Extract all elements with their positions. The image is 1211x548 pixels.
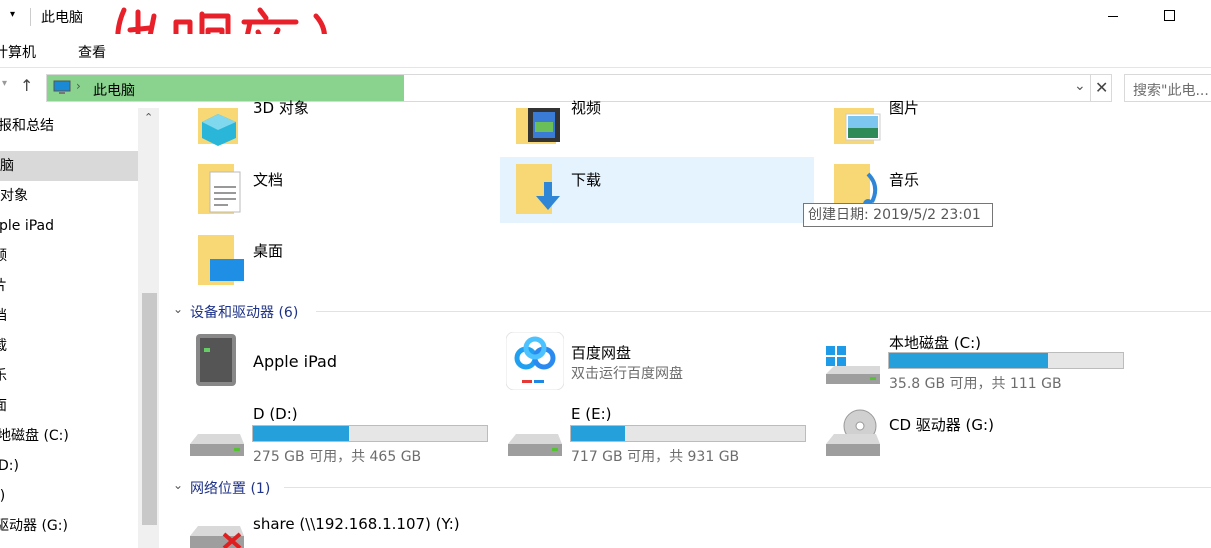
drive-c-icon[interactable] bbox=[826, 346, 882, 388]
ipad-label[interactable]: Apple iPad bbox=[253, 352, 337, 371]
drive-d-space: 275 GB 可用，共 465 GB bbox=[253, 449, 422, 465]
baidu-netdisk-icon[interactable] bbox=[506, 332, 564, 390]
up-arrow-icon[interactable]: ↑ bbox=[20, 76, 33, 95]
nav-item-this-pc[interactable]: 脑 bbox=[0, 151, 138, 181]
folder-label-documents[interactable]: 文档 bbox=[253, 169, 283, 190]
drive-c-space: 35.8 GB 可用，共 111 GB bbox=[889, 376, 1062, 392]
drive-e-icon[interactable] bbox=[508, 430, 564, 460]
folder-label-pictures[interactable]: 图片 bbox=[889, 97, 919, 118]
network-collapse-icon[interactable]: ⌄ bbox=[173, 478, 183, 492]
3d-objects-folder-icon[interactable] bbox=[196, 108, 246, 148]
devices-header[interactable]: 设备和驱动器 (6) bbox=[190, 302, 298, 322]
drive-d-usage-bar bbox=[252, 425, 488, 442]
network-share-label[interactable]: share (\\192.168.1.107) (Y:) bbox=[253, 515, 460, 533]
ipad-device-icon[interactable] bbox=[192, 334, 240, 388]
drive-e-label[interactable]: E (E:) bbox=[571, 405, 611, 423]
minimize-icon[interactable] bbox=[1108, 16, 1118, 17]
maximize-icon[interactable] bbox=[1164, 10, 1175, 21]
ribbon-tabs: 计算机 查看 bbox=[0, 34, 1211, 68]
search-input[interactable]: 搜索"此电... bbox=[1124, 74, 1211, 102]
tab-view[interactable]: 查看 bbox=[78, 42, 106, 62]
drive-d-usage-fill bbox=[253, 426, 349, 441]
nav-item-drive-d[interactable]: D:) bbox=[0, 451, 136, 481]
address-dropdown-icon[interactable]: ⌄ bbox=[1074, 78, 1086, 94]
network-divider bbox=[284, 487, 1211, 488]
drive-d-icon[interactable] bbox=[190, 430, 246, 460]
devices-collapse-icon[interactable]: ⌄ bbox=[173, 302, 183, 316]
computer-icon bbox=[53, 80, 71, 94]
nav-item-drive-c[interactable]: 地磁盘 (C:) bbox=[0, 421, 135, 451]
nav-item-videos[interactable]: 频 bbox=[0, 241, 131, 271]
baidu-label[interactable]: 百度网盘 bbox=[571, 342, 631, 363]
network-header[interactable]: 网络位置 (1) bbox=[190, 478, 270, 498]
devices-divider bbox=[316, 311, 1211, 312]
chevron-right-icon: › bbox=[76, 79, 81, 93]
address-separator bbox=[1090, 75, 1091, 101]
tooltip: 创建日期: 2019/5/2 23:01 bbox=[803, 203, 993, 227]
nav-item-pictures[interactable]: 片 bbox=[0, 271, 131, 301]
address-location[interactable]: 此电脑 bbox=[93, 80, 135, 100]
folder-label-desktop[interactable]: 桌面 bbox=[253, 240, 283, 261]
folder-label-3d[interactable]: 3D 对象 bbox=[253, 97, 309, 118]
nav-item-summary[interactable]: 报和总结 bbox=[0, 111, 136, 141]
clear-icon[interactable]: ✕ bbox=[1095, 78, 1108, 97]
folder-label-downloads[interactable]: 下载 bbox=[571, 169, 601, 190]
drive-e-usage-bar bbox=[570, 425, 806, 442]
baidu-sublabel: 双击运行百度网盘 bbox=[571, 366, 683, 382]
nav-item-drive-g[interactable]: 驱动器 (G:) bbox=[0, 511, 133, 541]
drive-c-usage-bar bbox=[888, 352, 1124, 369]
documents-folder-icon[interactable] bbox=[196, 164, 246, 216]
nav-item-apple-ipad[interactable]: ple iPad bbox=[0, 211, 137, 241]
nav-item-drive-e[interactable]: :) bbox=[0, 481, 133, 511]
cd-drive-icon[interactable] bbox=[826, 408, 882, 460]
network-drive-icon[interactable] bbox=[190, 522, 248, 548]
title-separator bbox=[30, 8, 31, 26]
scroll-up-icon[interactable]: ⌃ bbox=[144, 111, 153, 124]
navigation-pane: 报和总结 脑 对象 ple iPad 频 片 档 载 乐 面 地磁盘 (C:) … bbox=[0, 108, 159, 548]
downloads-folder-icon[interactable] bbox=[514, 164, 564, 216]
quick-access-dropdown-icon[interactable]: ▾ bbox=[10, 9, 15, 20]
title-bar: ▾ 此电脑 bbox=[0, 0, 1211, 67]
scrollbar-thumb[interactable] bbox=[142, 293, 157, 525]
nav-item-3d-objects[interactable]: 对象 bbox=[0, 181, 138, 211]
nav-item-downloads[interactable]: 载 bbox=[0, 331, 131, 361]
chevron-down-icon[interactable]: ▾ bbox=[2, 78, 7, 89]
window-title: 此电脑 bbox=[41, 10, 83, 26]
nav-scrollbar[interactable]: ⌃ bbox=[138, 108, 159, 548]
folder-label-music[interactable]: 音乐 bbox=[889, 169, 919, 190]
drive-e-space: 717 GB 可用，共 931 GB bbox=[571, 449, 740, 465]
cd-drive-label[interactable]: CD 驱动器 (G:) bbox=[889, 414, 994, 435]
nav-item-music[interactable]: 乐 bbox=[0, 361, 131, 391]
drive-d-label[interactable]: D (D:) bbox=[253, 405, 298, 423]
desktop-folder-icon[interactable] bbox=[196, 235, 246, 287]
nav-item-documents[interactable]: 档 bbox=[0, 301, 131, 331]
nav-item-desktop[interactable]: 面 bbox=[0, 391, 131, 421]
pictures-folder-icon[interactable] bbox=[832, 108, 882, 148]
tab-computer[interactable]: 计算机 bbox=[0, 42, 36, 62]
drive-c-usage-fill bbox=[889, 353, 1048, 368]
drive-e-usage-fill bbox=[571, 426, 625, 441]
videos-folder-icon[interactable] bbox=[514, 108, 564, 148]
folder-label-videos[interactable]: 视频 bbox=[571, 97, 601, 118]
drive-c-label[interactable]: 本地磁盘 (C:) bbox=[889, 332, 981, 353]
